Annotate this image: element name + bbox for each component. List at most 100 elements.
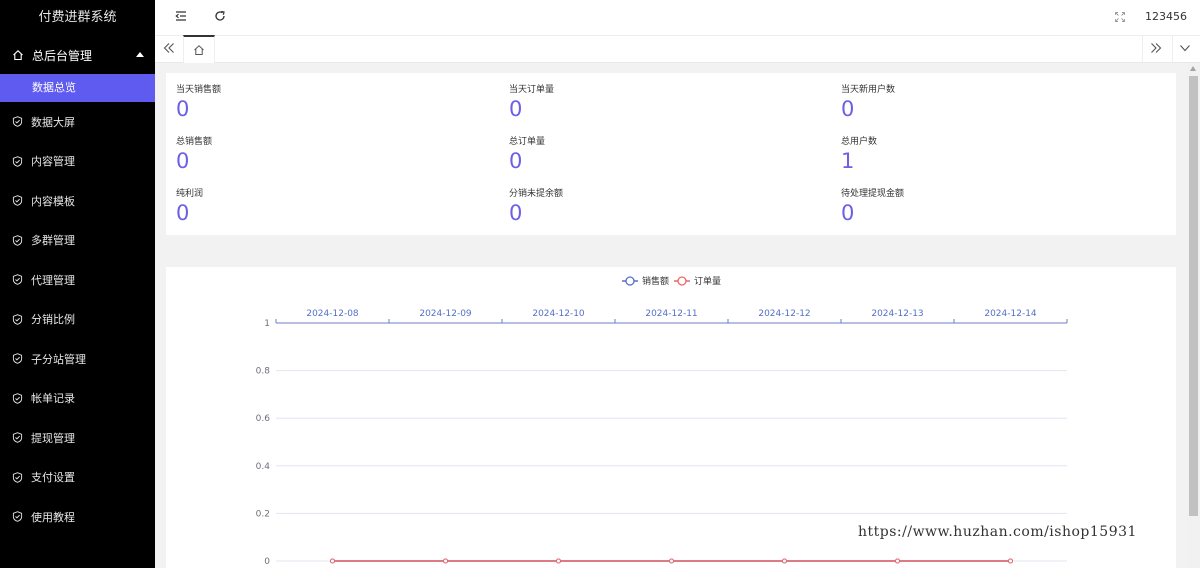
sidebar-item[interactable]: 支付设置	[0, 458, 155, 498]
sidebar-item-label: 内容管理	[31, 155, 75, 169]
stat-item: 总销售额 0	[176, 134, 212, 174]
legend-label: 销售额	[642, 275, 669, 287]
stat-value: 0	[509, 97, 523, 121]
scroll-thumb[interactable]	[1189, 76, 1198, 516]
data-point	[669, 558, 674, 564]
chevron-down-icon[interactable]	[1179, 42, 1191, 54]
stat-label: 总订单量	[509, 137, 546, 147]
stat-value: 0	[841, 97, 855, 121]
sidebar-item[interactable]: 多群管理	[0, 221, 155, 261]
stat-value: 1	[841, 149, 855, 173]
sidebar-item-label: 支付设置	[31, 471, 75, 485]
y-tick-label: 1	[264, 319, 270, 329]
x-tick-label: 2024-12-13	[871, 309, 923, 319]
sidebar-item[interactable]: 使用教程	[0, 497, 155, 537]
shield-check-icon	[12, 195, 23, 206]
stat-value: 0	[841, 201, 855, 225]
tab-home[interactable]	[183, 35, 215, 63]
data-point	[1008, 558, 1013, 564]
shield-check-icon	[12, 471, 23, 483]
app-title: 付费进群系统	[38, 10, 117, 25]
sidebar-item[interactable]: 帐单记录	[0, 379, 155, 419]
sidebar-item-overview[interactable]: 数据总览	[0, 74, 155, 102]
double-chevron-right-icon[interactable]	[1150, 42, 1162, 54]
shield-check-icon	[12, 155, 23, 167]
stat-label: 当天订单量	[509, 85, 555, 95]
scroll-up-arrow-icon[interactable]	[1190, 66, 1196, 71]
sidebar-item-label: 帐单记录	[31, 392, 75, 406]
sidebar-item[interactable]: 代理管理	[0, 260, 155, 300]
sidebar-item[interactable]: 内容管理	[0, 142, 155, 182]
tabs-bar	[155, 35, 1200, 63]
double-chevron-left-icon[interactable]	[163, 42, 175, 54]
x-tick-label: 2024-12-11	[645, 309, 697, 319]
chart-card: 1 0.8 0.6 0.4 0.2 0 2024-12-08 2024-12-09 2024-1…	[166, 267, 1176, 568]
y-tick-label: 0.2	[256, 509, 270, 519]
sidebar-item[interactable]: 分销比例	[0, 300, 155, 340]
sidebar-item[interactable]: 子分站管理	[0, 339, 155, 379]
stat-label: 总用户数	[841, 137, 878, 147]
stat-label: 总销售额	[176, 137, 213, 147]
tabs-divider	[1172, 36, 1173, 63]
sidebar-item-label: 子分站管理	[31, 352, 86, 366]
fullscreen-icon[interactable]	[1115, 12, 1125, 22]
shield-check-icon	[12, 234, 23, 246]
legend-label: 订单量	[694, 275, 721, 287]
stat-label: 当天新用户数	[841, 85, 896, 95]
stat-label: 纯利润	[176, 189, 204, 199]
sidebar-item[interactable]: 数据大屏	[0, 102, 155, 142]
tabs-divider	[1142, 36, 1143, 63]
shield-check-icon	[12, 511, 23, 522]
shield-check-icon	[12, 313, 23, 325]
stat-value: 0	[176, 201, 190, 225]
legend-marker	[677, 276, 687, 286]
sidebar: 付费进群系统 总后台管理 数据总览 数据大屏内容管理内容模板多群管理代理管理分销…	[0, 0, 155, 568]
y-tick-label: 0.4	[256, 462, 271, 472]
caret-up-icon	[136, 52, 144, 57]
sidebar-item[interactable]: 提现管理	[0, 418, 155, 458]
shield-check-icon	[12, 432, 23, 443]
x-tick-label: 2024-12-08	[306, 309, 359, 319]
stat-item: 当天销售额 0	[176, 82, 221, 122]
stat-value: 0	[509, 149, 523, 173]
stat-value: 0	[176, 97, 190, 121]
shield-check-icon	[12, 392, 23, 404]
y-tick-label: 0	[264, 557, 270, 567]
home-icon	[13, 50, 23, 61]
stat-item: 总用户数 1	[841, 134, 877, 174]
menu-fold-icon[interactable]	[175, 10, 187, 22]
data-point	[895, 558, 900, 564]
data-point	[330, 558, 335, 564]
sidebar-item[interactable]: 内容模板	[0, 181, 155, 221]
stat-value: 0	[176, 149, 190, 173]
x-tick-label: 2024-12-10	[532, 309, 585, 319]
data-point	[782, 558, 787, 564]
stat-label: 当天销售额	[176, 85, 222, 95]
y-tick-label: 0.6	[256, 414, 271, 424]
shield-check-icon	[12, 353, 23, 364]
sidebar-item-label: 内容模板	[31, 194, 75, 208]
scrollbar[interactable]	[1187, 63, 1200, 568]
user-name[interactable]: 123456	[1145, 10, 1187, 23]
stat-item: 总订单量 0	[509, 134, 545, 174]
sidebar-group-admin[interactable]: 总后台管理	[0, 36, 155, 74]
sidebar-item-label: 使用教程	[31, 510, 75, 524]
stat-item: 当天订单量 0	[509, 82, 554, 122]
sidebar-item-label: 代理管理	[31, 273, 75, 287]
shield-check-icon	[12, 274, 23, 285]
stat-label: 待处理提现金额	[841, 189, 905, 199]
x-tick-label: 2024-12-12	[758, 309, 810, 319]
stat-item: 分销未提余额 0	[509, 186, 563, 226]
line-chart: 1 0.8 0.6 0.4 0.2 0 2024-12-08 2024-12-09 2024-1…	[256, 275, 1068, 567]
data-point	[556, 558, 561, 564]
stats-card: 当天销售额 0 当天订单量 0 当天新用户数 0 总销售额 0 总订单量 0 总用户数 1 纯利润 0 分销…	[166, 73, 1176, 235]
stat-value: 0	[509, 201, 523, 225]
stat-label: 分销未提余额	[509, 189, 564, 199]
data-point	[443, 558, 448, 564]
y-tick-label: 0.8	[256, 367, 271, 377]
sidebar-group-label: 总后台管理	[32, 48, 93, 63]
sidebar-item-label: 分销比例	[31, 313, 75, 327]
sidebar-item-label: 数据大屏	[31, 115, 75, 129]
refresh-icon[interactable]	[214, 10, 226, 22]
shield-check-icon	[12, 116, 23, 127]
